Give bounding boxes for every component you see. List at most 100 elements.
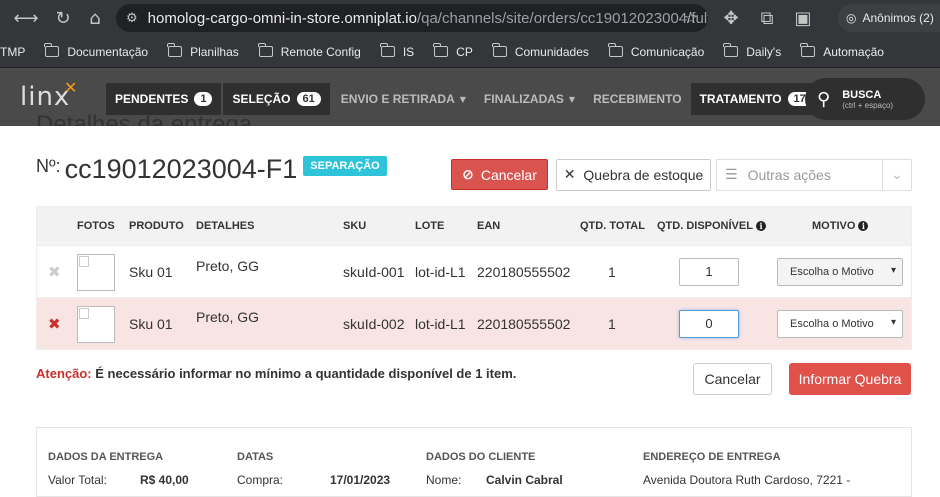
other-actions-label: Outras ações (747, 167, 831, 183)
cell-detalhes: Preto, GG (196, 309, 260, 325)
reason-select[interactable]: Escolha o Motivo ▾ (777, 258, 903, 286)
bookmark-planilhas[interactable]: Planilhas (167, 43, 239, 59)
tab-recebimento[interactable]: RECEBIMENTO (584, 83, 690, 115)
home-icon[interactable]: ⌂ (84, 7, 106, 29)
bookmark-label: Planilhas (190, 44, 239, 59)
cell-ean: 220180555502 (477, 316, 571, 332)
folder-icon (723, 43, 739, 57)
datas-heading: DATAS (237, 451, 274, 463)
bookmarks-bar: TMP Documentação Planilhas Remote Config… (0, 36, 940, 68)
endereco-line: Avenida Doutora Ruth Cardoso, 7221 - (643, 473, 851, 487)
col-lote: LOTE (415, 220, 445, 232)
bookmark-cp[interactable]: CP (433, 43, 473, 59)
order-prefix: Nº: (36, 156, 61, 176)
tab-label: FINALIZADAS (483, 92, 564, 106)
chevron-down-icon[interactable]: ⌄ (882, 160, 911, 190)
tab-envio-retirada[interactable]: ENVIO E RETIRADA ▼ (332, 83, 475, 115)
col-qtd-disponivel: QTD. DISPONÍVEL i (657, 220, 766, 232)
tab-label: PENDENTES (115, 92, 189, 106)
cancel-button[interactable]: Cancelar (693, 363, 772, 395)
sidepanel-icon[interactable]: ▣ (792, 7, 814, 29)
order-header: Nº: cc19012023004-F1 SEPARAÇÃO (36, 154, 387, 185)
col-ean: EAN (477, 220, 501, 232)
bookmark-label: IS (402, 44, 415, 59)
site-info-icon[interactable]: ⚙ (126, 11, 138, 26)
folder-icon (257, 43, 273, 57)
tab-tratamento[interactable]: TRATAMENTO 17 (690, 83, 821, 115)
bookmark-label: Comunicação (630, 44, 705, 59)
tab-label: TRATAMENTO (699, 92, 782, 106)
caret-down-icon: ▼ (568, 94, 576, 104)
cell-qtd-total: 1 (608, 316, 616, 332)
reason-selected: Escolha o Motivo (790, 266, 874, 278)
col-detalhes: DETALHES (196, 220, 255, 232)
tab-finalizadas[interactable]: FINALIZADAS ▼ (475, 83, 584, 115)
folder-icon (800, 43, 816, 57)
endereco-heading: ENDEREÇO DE ENTREGA (643, 451, 781, 463)
stock-break-label: Quebra de estoque (583, 167, 704, 183)
search-label: BUSCA (842, 88, 882, 101)
bookmark-automacao[interactable]: Automação (800, 43, 884, 59)
bookmark-tmp[interactable]: TMP (0, 45, 25, 59)
browser-toolbar: ← → ↻ ⌂ ⚙ homolog-cargo-omni-in-store.om… (0, 0, 940, 36)
bookmark-documentacao[interactable]: Documentação (44, 43, 149, 59)
profile-button[interactable]: ◎ Anônimos (2) (838, 4, 940, 32)
caret-down-icon: ▼ (459, 94, 466, 104)
cell-lote: lot-id-L1 (415, 264, 466, 280)
url-host: homolog-cargo-omni-in-store.omniplat.io (147, 9, 417, 27)
remove-icon[interactable]: ✖ (48, 263, 61, 281)
count-badge: 1 (194, 92, 213, 106)
submit-break-button[interactable]: Informar Quebra (789, 363, 911, 395)
bookmark-is[interactable]: IS (379, 43, 415, 59)
nome-label: Nome: (426, 473, 462, 487)
reload-icon[interactable]: ↻ (52, 7, 74, 29)
bookmark-comunidades[interactable]: Comunidades (491, 43, 589, 59)
cancel-order-button[interactable]: ⊘ Cancelar (451, 159, 548, 190)
validation-message: Atenção: É necessário informar no mínimo… (36, 366, 516, 381)
compra-value: 17/01/2023 (330, 473, 391, 487)
folder-icon (607, 43, 623, 57)
bookmark-dailys[interactable]: Daily's (723, 43, 782, 59)
cell-sku: skuId-002 (343, 316, 405, 332)
folder-icon (433, 43, 449, 57)
folder-icon (379, 43, 395, 57)
cell-ean: 220180555502 (477, 264, 571, 280)
bookmark-remote-config[interactable]: Remote Config (257, 43, 361, 59)
chevron-down-icon: ▾ (890, 265, 896, 276)
bookmark-label: Remote Config (280, 44, 361, 59)
forward-icon[interactable]: → (20, 7, 42, 29)
search-hint: (ctrl + espaço) (842, 100, 894, 110)
cell-lote: lot-id-L1 (415, 316, 466, 332)
bookmark-comunicacao[interactable]: Comunicação (607, 43, 705, 59)
entrega-heading: DADOS DA ENTREGA (48, 451, 164, 463)
cancel-order-label: Cancelar (480, 166, 537, 183)
qty-available-input[interactable]: 0 (679, 310, 739, 338)
search-icon: ⚲ (817, 88, 831, 110)
compra-label: Compra: (237, 473, 284, 487)
alert-label: Atenção: (36, 366, 92, 381)
info-icon[interactable]: i (858, 221, 869, 231)
bookmark-label: Daily's (746, 44, 782, 59)
search-button[interactable]: ⚲ BUSCA (ctrl + espaço) (805, 78, 925, 120)
info-icon[interactable]: i (755, 221, 766, 231)
qty-available-input[interactable]: 1 (679, 258, 739, 286)
delivery-details: DADOS DA ENTREGA Valor Total: R$ 40,00 D… (36, 427, 912, 497)
nome-value: Calvin Cabral (486, 473, 563, 487)
page-title: Detalhes da entrega (36, 111, 253, 126)
folder-icon (167, 43, 183, 57)
valor-value: R$ 40,00 (140, 473, 189, 487)
bookmark-star-icon[interactable]: ☆ (684, 8, 698, 27)
other-actions-dropdown[interactable]: ☰ Outras ações ⌄ (716, 159, 912, 191)
remove-icon[interactable]: ✖ (48, 315, 61, 333)
cliente-heading: DADOS DO CLIENTE (426, 451, 536, 463)
list-icon: ☰ (725, 167, 738, 183)
reason-select[interactable]: Escolha o Motivo ▾ (777, 310, 903, 338)
tab-label: RECEBIMENTO (593, 92, 682, 106)
stock-break-button[interactable]: ✕ Quebra de estoque (556, 159, 711, 191)
product-image (77, 306, 115, 343)
extensions-icon[interactable]: ⧉ (756, 7, 778, 29)
bookmark-label: Documentação (67, 44, 149, 59)
alert-text: É necessário informar no mínimo a quanti… (91, 366, 517, 381)
move-icon[interactable]: ✥ (720, 7, 742, 29)
address-bar[interactable]: ⚙ homolog-cargo-omni-in-store.omniplat.i… (116, 4, 708, 32)
